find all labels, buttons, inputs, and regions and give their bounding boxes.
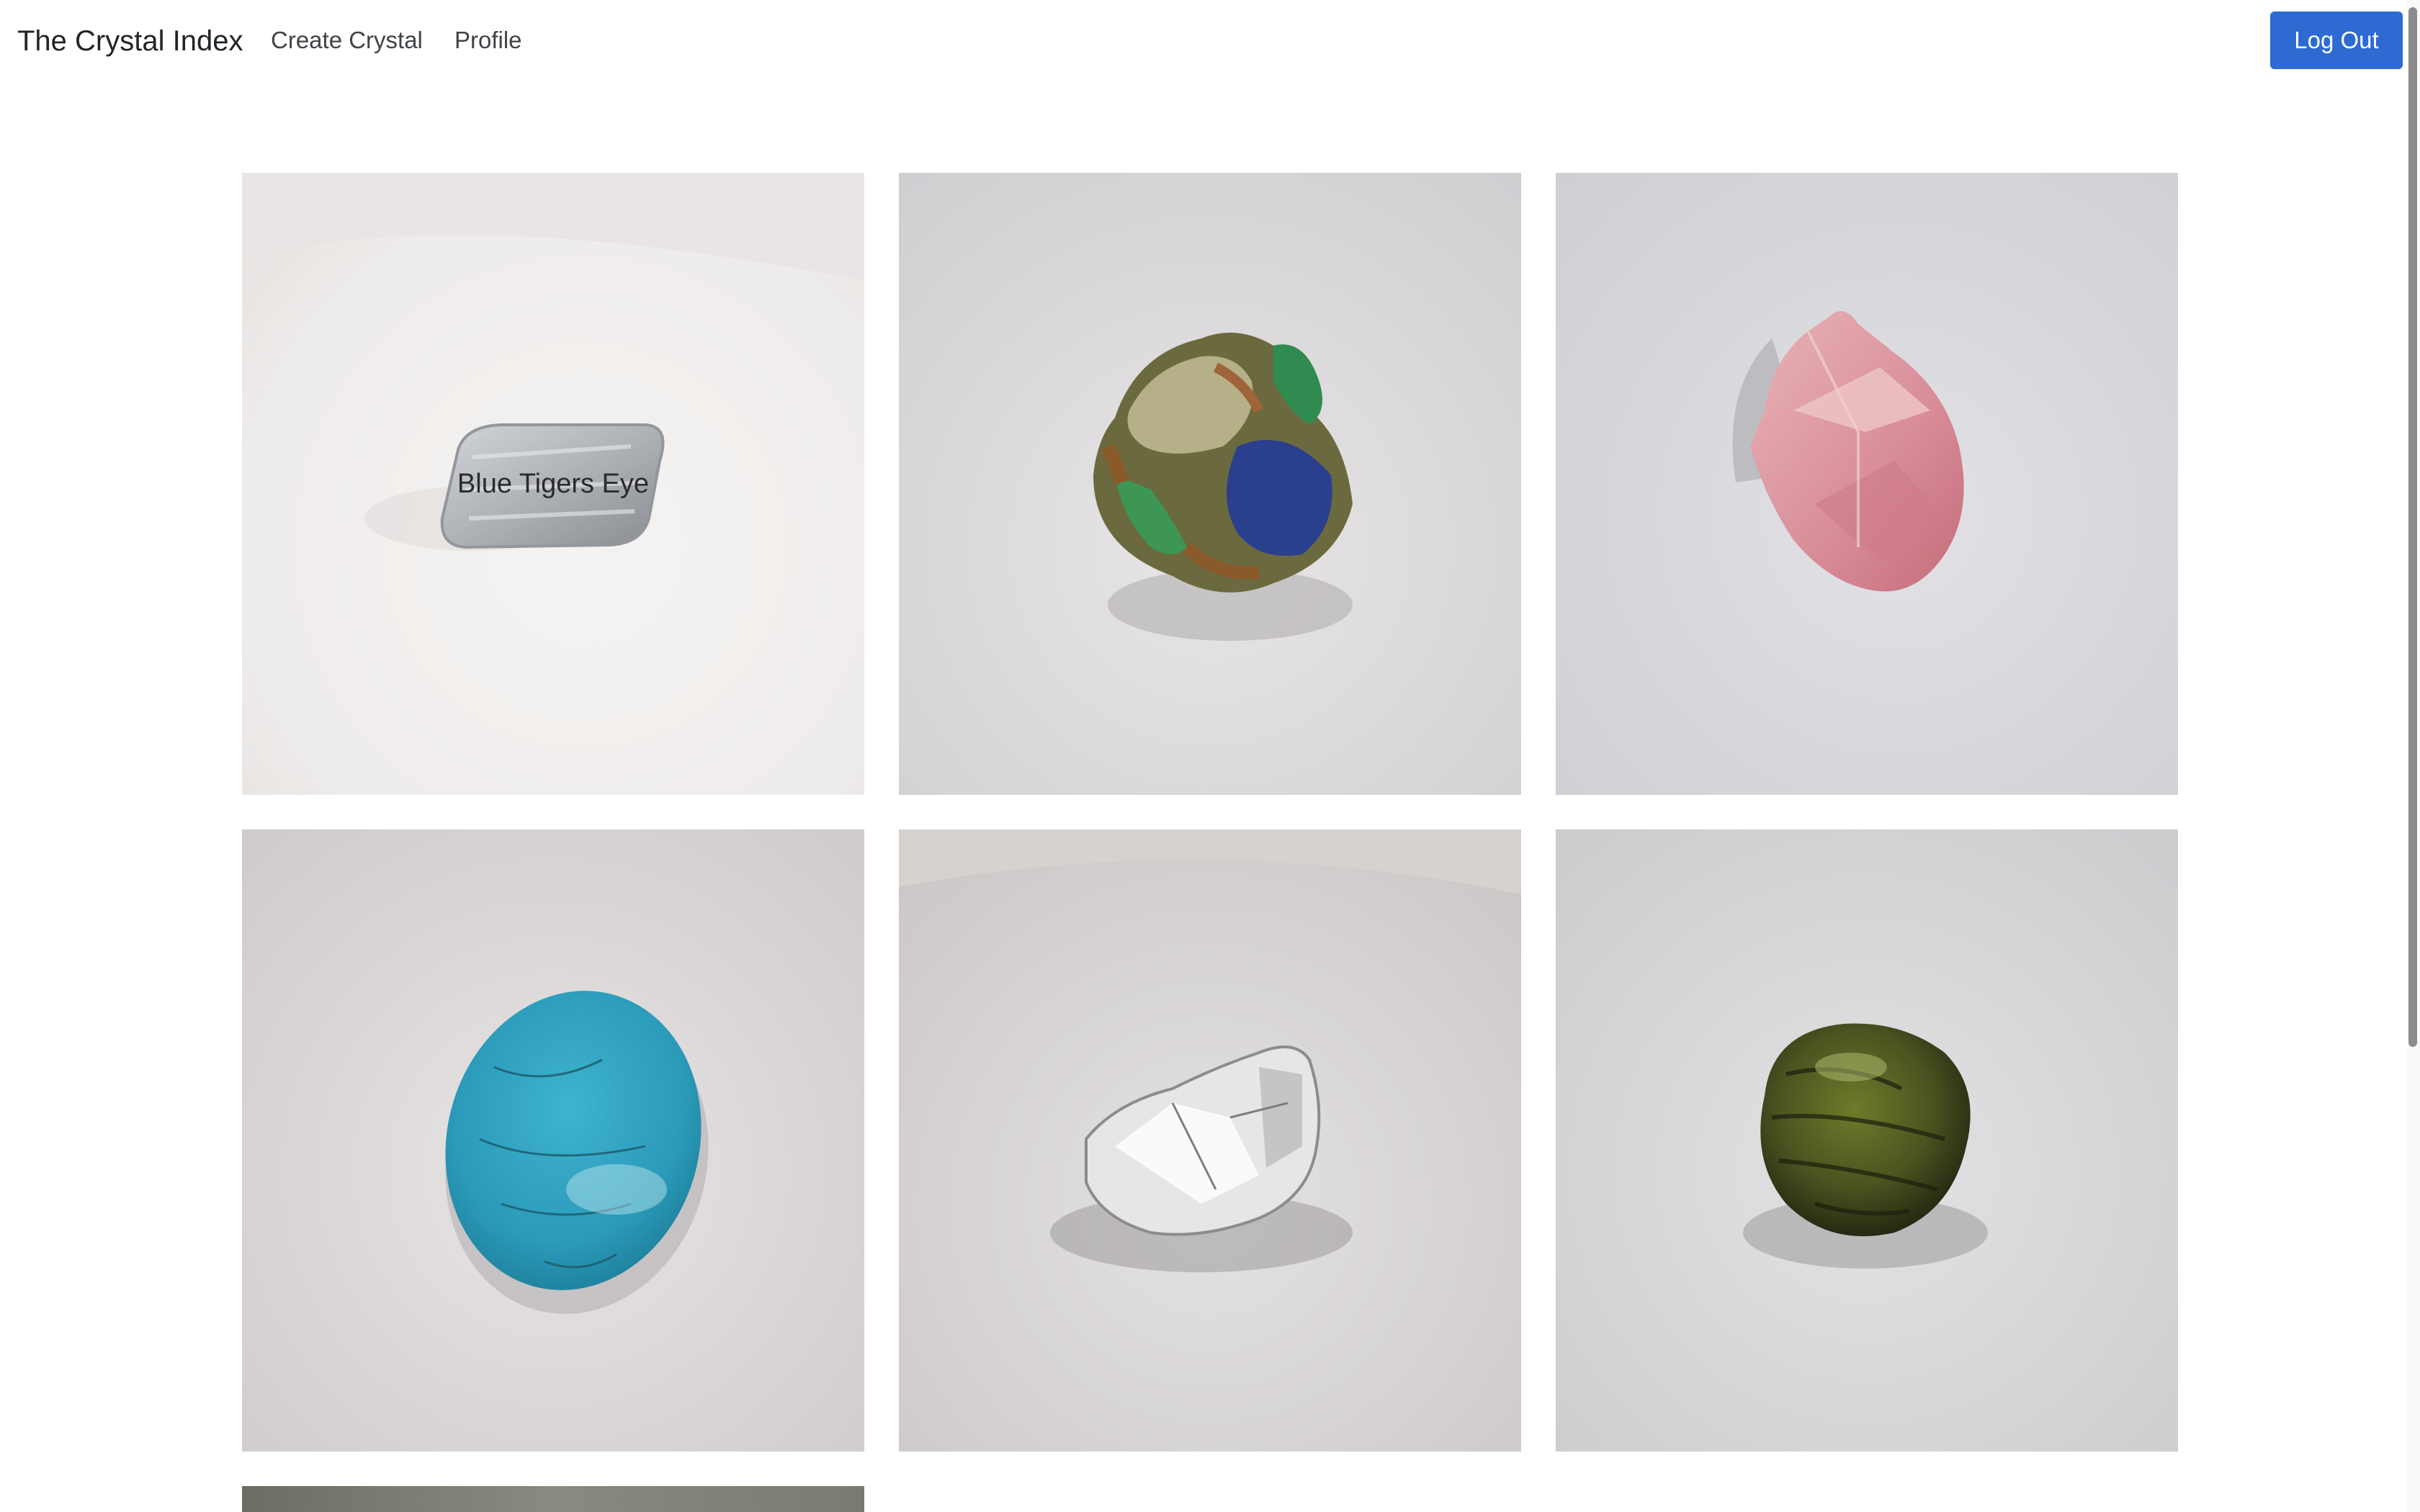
brand-link[interactable]: The Crystal Index (17, 22, 243, 60)
crystal-card[interactable]: Blue Tigers Eye (242, 173, 864, 795)
crystal-card[interactable] (1556, 173, 2178, 795)
page-scrollbar-thumb[interactable] (2408, 7, 2417, 1047)
logout-button[interactable]: Log Out (2270, 12, 2403, 69)
crystal-card[interactable] (899, 829, 1521, 1452)
nav-profile[interactable]: Profile (454, 24, 522, 56)
crystal-card[interactable] (1556, 829, 2178, 1452)
crystal-card[interactable] (899, 173, 1521, 795)
crystal-card[interactable] (242, 829, 864, 1452)
crystal-card[interactable] (242, 1486, 864, 1512)
crystal-photo (1556, 829, 2178, 1452)
crystal-photo (242, 1486, 864, 1512)
crystal-photo (1556, 173, 2178, 795)
crystal-photo (899, 173, 1521, 795)
crystal-photo (899, 829, 1521, 1452)
crystal-photo (242, 173, 864, 795)
crystal-photo (242, 829, 864, 1452)
nav-create-crystal[interactable]: Create Crystal (271, 24, 423, 56)
top-navbar: The Crystal Index Create Crystal Profile… (0, 0, 2407, 82)
